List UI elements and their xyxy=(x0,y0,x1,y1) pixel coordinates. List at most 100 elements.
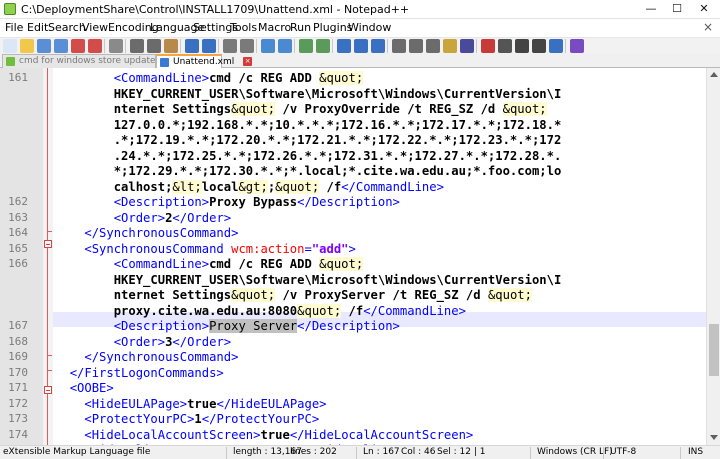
code-line: <HideLocalAccountScreen>true</HideLocalA… xyxy=(55,428,473,444)
status-eol: Windows (CR LF) xyxy=(537,447,613,457)
save-icon[interactable] xyxy=(37,39,51,53)
xml-tag: <OOBE> xyxy=(69,381,114,395)
menu-tools[interactable]: Tools xyxy=(230,21,257,34)
scroll-down-icon[interactable] xyxy=(710,435,718,440)
xml-entity: &quot; xyxy=(231,102,276,116)
xml-text: HKEY_CURRENT_USER\Software\Microsoft\Win… xyxy=(113,86,562,101)
save-macro-icon[interactable] xyxy=(549,39,563,53)
xml-attribute-value: "add" xyxy=(311,241,349,256)
scroll-thumb[interactable] xyxy=(709,324,719,376)
menu-view[interactable]: View xyxy=(82,21,108,34)
zoom-out-icon[interactable] xyxy=(278,39,292,53)
open-file-icon[interactable] xyxy=(20,39,34,53)
undo-icon[interactable] xyxy=(185,39,199,53)
status-language: eXtensible Markup Language file xyxy=(3,447,151,457)
xml-tag: </CommandLine> xyxy=(363,303,466,318)
redo-icon[interactable] xyxy=(202,39,216,53)
xml-text: local xyxy=(201,179,239,194)
maximize-button[interactable]: ☐ xyxy=(665,1,689,17)
print-icon[interactable] xyxy=(109,39,123,53)
status-col: Col : 46 xyxy=(401,447,436,457)
scroll-up-icon[interactable] xyxy=(710,72,718,77)
sync-horizontal-icon[interactable] xyxy=(316,39,330,53)
record-macro-icon[interactable] xyxy=(481,39,495,53)
replace-icon[interactable] xyxy=(240,39,254,53)
tab-bar: cmd for windows store update disable.txt… xyxy=(0,53,720,68)
cut-icon[interactable] xyxy=(130,39,144,53)
save-all-icon[interactable] xyxy=(54,39,68,53)
function-list-icon[interactable] xyxy=(426,39,440,53)
code-line: <ProtectYourPC>1</ProtectYourPC> xyxy=(55,412,319,428)
line-number: 173 xyxy=(8,412,28,425)
code-line: .24.*.*;172.25.*.*;172.26.*.*;172.31.*.*… xyxy=(55,149,562,165)
play-macro-icon[interactable] xyxy=(515,39,529,53)
line-number: 168 xyxy=(8,334,28,348)
line-number: 169 xyxy=(8,350,28,363)
fold-collapse-icon[interactable] xyxy=(44,386,52,394)
close-all-icon[interactable] xyxy=(88,39,102,53)
new-file-icon[interactable] xyxy=(3,39,17,53)
tab-cmd-txt[interactable]: cmd for windows store update disable.txt xyxy=(2,54,206,68)
close-window-button[interactable]: ✕ xyxy=(692,1,716,17)
toolbar-separator xyxy=(565,39,566,53)
xml-text: *;172.29.*.*;172.30.*.*;*.local;*.cite.w… xyxy=(113,164,562,178)
menu-search[interactable]: Search xyxy=(48,21,86,34)
vertical-scrollbar[interactable] xyxy=(706,68,720,445)
toolbar-separator xyxy=(180,39,181,53)
xml-text: HKEY_CURRENT_USER\Software\Microsoft\Win… xyxy=(113,272,562,287)
editor[interactable]: 161 162 163 164 165 166 167 168 169 170 171 172 173 1… xyxy=(0,68,720,445)
indent-guide-icon[interactable] xyxy=(371,39,385,53)
status-sel: Sel : 12 | 1 xyxy=(437,447,486,457)
toolbar-separator xyxy=(104,39,105,53)
xml-tag: <CommandLine> xyxy=(113,71,210,85)
menu-window[interactable]: Window xyxy=(348,21,391,34)
spell-check-icon[interactable] xyxy=(570,39,584,53)
xml-tag: = xyxy=(304,241,312,256)
menu-macro[interactable]: Macro xyxy=(258,21,291,34)
paste-icon[interactable] xyxy=(164,39,178,53)
toolbar xyxy=(0,37,720,53)
line-number: 167 xyxy=(8,319,28,332)
code-line: 127.0.0.*;192.168.*.*;10.*.*.*;172.16.*.… xyxy=(55,118,562,134)
menu-run[interactable]: Run xyxy=(290,21,311,34)
play-multiple-icon[interactable] xyxy=(532,39,546,53)
title-bar: C:\DeploymentShare\Control\INSTALL1709\U… xyxy=(0,0,720,19)
tab-label: Unattend.xml xyxy=(173,57,235,67)
doc-map-icon[interactable] xyxy=(409,39,423,53)
close-icon[interactable] xyxy=(71,39,85,53)
show-all-chars-icon[interactable] xyxy=(354,39,368,53)
minimize-button[interactable]: — xyxy=(639,1,663,17)
tab-unattend-xml[interactable]: Unattend.xml × xyxy=(156,54,253,68)
close-document-icon[interactable]: × xyxy=(702,20,714,34)
language-icon[interactable] xyxy=(392,39,406,53)
copy-icon[interactable] xyxy=(147,39,161,53)
status-bar: eXtensible Markup Language file length :… xyxy=(0,445,720,459)
xml-tag: <Order> xyxy=(113,334,166,349)
menu-edit[interactable]: Edit xyxy=(27,21,48,34)
xml-text: /v ProxyServer /t REG_SZ /d xyxy=(275,288,488,302)
monitor-icon[interactable] xyxy=(460,39,474,53)
find-icon[interactable] xyxy=(223,39,237,53)
xml-tag: <Order> xyxy=(113,210,166,225)
tab-close-icon[interactable]: × xyxy=(243,57,253,66)
stop-record-icon[interactable] xyxy=(498,39,512,53)
word-wrap-icon[interactable] xyxy=(337,39,351,53)
menu-plugins[interactable]: Plugins xyxy=(313,21,352,34)
sync-vertical-icon[interactable] xyxy=(299,39,313,53)
xml-tag: </SynchronousCommand> xyxy=(84,226,239,240)
code-line: proxy.cite.wa.edu.au:8080&quot; /f</Comm… xyxy=(55,303,466,320)
zoom-in-icon[interactable] xyxy=(261,39,275,53)
notepadpp-app-icon xyxy=(4,3,16,15)
xml-tag: <HideLocalAccountScreen> xyxy=(84,427,261,442)
menu-file[interactable]: File xyxy=(5,21,23,34)
folder-workspace-icon[interactable] xyxy=(443,39,457,53)
xml-text: proxy.cite.wa.edu.au:8080 xyxy=(113,303,298,318)
fold-collapse-icon[interactable] xyxy=(44,240,52,248)
